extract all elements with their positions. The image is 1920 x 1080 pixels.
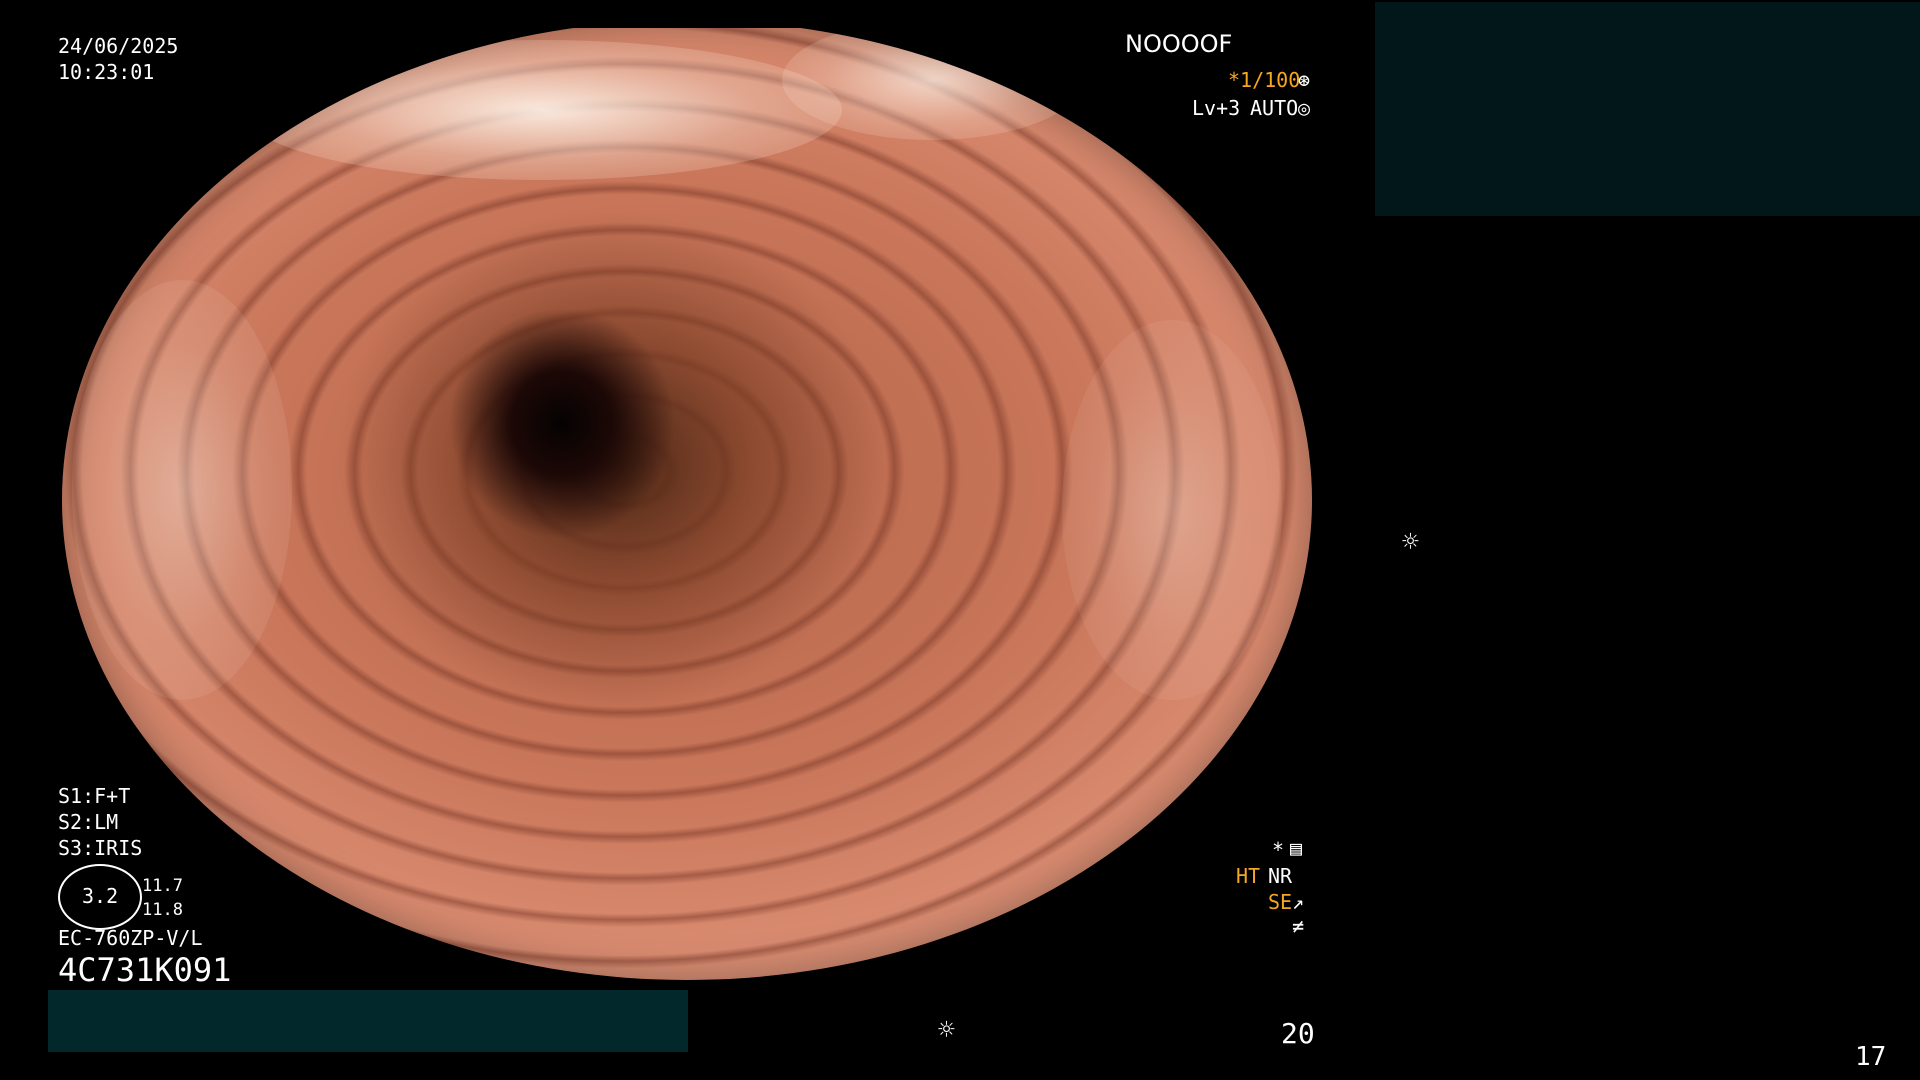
star-indicator: *	[1272, 838, 1285, 862]
setting-s3: S3:IRIS	[58, 836, 143, 860]
ht-indicator: HT	[1236, 864, 1261, 888]
date-text: 24/06/2025	[58, 34, 179, 58]
light-glare	[1062, 320, 1282, 700]
setting-s1: S1:F+T	[58, 784, 131, 808]
memory-icon: ▤	[1290, 836, 1303, 860]
gauge-value: 3.2	[82, 884, 119, 908]
aperture-icon: ⊛	[1298, 68, 1311, 92]
time-text: 10:23:01	[58, 60, 155, 84]
endoscope-image	[62, 28, 1312, 980]
level-text: Lv+3	[1192, 96, 1241, 120]
brightness-icon-side: ☼	[1402, 525, 1419, 558]
filter-icon: ≠	[1292, 914, 1305, 938]
gauge-upper: 11.7	[142, 876, 183, 896]
scope-model: EC-760ZP-V/L	[58, 926, 203, 950]
light-glare	[782, 28, 1082, 140]
setting-s2: S2:LM	[58, 810, 119, 834]
brightness-icon: ☼	[938, 1013, 955, 1046]
mode-text: AUTO	[1250, 96, 1299, 120]
auto-icon: ◎	[1298, 96, 1311, 120]
endoscope-view-clip	[0, 28, 1340, 988]
page-number: 17	[1855, 1042, 1887, 1072]
nr-indicator: NR	[1268, 864, 1293, 888]
redaction-panel-top	[1375, 2, 1920, 216]
se-indicator: SE	[1268, 890, 1293, 914]
shutter-speed: *1/100	[1228, 68, 1301, 92]
serial-number: 4C731K091	[58, 951, 232, 989]
light-glare	[72, 280, 292, 700]
redaction-panel-bottom	[48, 990, 688, 1052]
gauge-lower: 11.8	[142, 900, 183, 920]
count-text: 20	[1281, 1017, 1315, 1050]
scope-bend-icon: ↗	[1292, 890, 1305, 914]
status-code: NOOOOF	[1125, 30, 1233, 58]
light-glare	[242, 40, 842, 180]
